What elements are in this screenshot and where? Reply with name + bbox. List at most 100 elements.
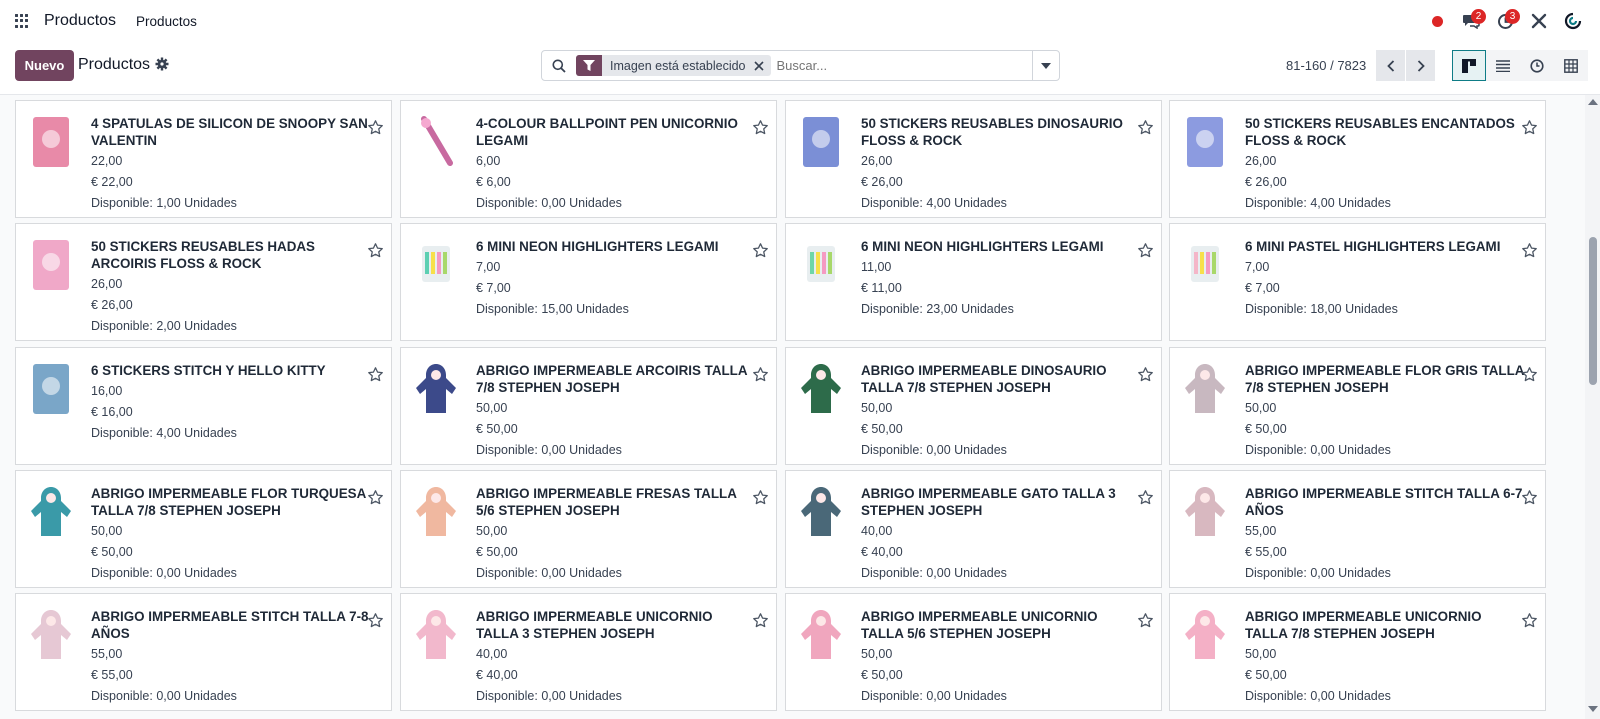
- product-price: € 50,00: [861, 422, 903, 436]
- search-options-toggle[interactable]: [1032, 51, 1059, 80]
- scrollbar[interactable]: [1585, 95, 1600, 719]
- favorite-star-icon[interactable]: [752, 366, 769, 388]
- favorite-star-icon[interactable]: [1521, 242, 1538, 264]
- list-view-button[interactable]: [1486, 50, 1520, 81]
- favorite-star-icon[interactable]: [1137, 366, 1154, 388]
- favorite-star-icon[interactable]: [1521, 119, 1538, 141]
- product-card[interactable]: 6 MINI PASTEL HIGHLIGHTERS LEGAMI 7,00 € 7…: [1169, 223, 1546, 341]
- favorite-star-icon[interactable]: [367, 366, 384, 388]
- product-cost: 50,00: [1245, 647, 1277, 661]
- product-card[interactable]: 6 MINI NEON HIGHLIGHTERS LEGAMI 11,00 € 11…: [785, 223, 1162, 341]
- product-card[interactable]: ABRIGO IMPERMEABLE STITCH TALLA 7-8 AÑOS…: [15, 593, 392, 711]
- activities-button[interactable]: 3: [1490, 6, 1520, 36]
- caret-down-icon: [1041, 62, 1051, 69]
- product-name: ABRIGO IMPERMEABLE UNICORNIO TALLA 5/6 S…: [861, 609, 1098, 641]
- scroll-up-arrow-icon[interactable]: [1588, 99, 1598, 105]
- product-stock: Disponible: 0,00 Unidades: [91, 689, 237, 703]
- product-cost: 50,00: [476, 401, 508, 415]
- chevron-left-icon: [1386, 59, 1394, 72]
- product-card[interactable]: ABRIGO IMPERMEABLE ARCOIRIS TALLA 7/8 ST…: [400, 347, 777, 465]
- app-brand[interactable]: Productos: [44, 12, 116, 30]
- status-indicator[interactable]: [1422, 6, 1452, 36]
- favorite-star-icon[interactable]: [1137, 119, 1154, 141]
- product-stock: Disponible: 0,00 Unidades: [1245, 443, 1391, 457]
- product-price: € 40,00: [476, 668, 518, 682]
- close-icon[interactable]: [753, 60, 771, 71]
- favorite-star-icon[interactable]: [367, 119, 384, 141]
- favorite-star-icon[interactable]: [1521, 489, 1538, 511]
- product-card[interactable]: ABRIGO IMPERMEABLE STITCH TALLA 6-7 AÑOS…: [1169, 470, 1546, 588]
- product-price: € 26,00: [861, 175, 903, 189]
- product-stock: Disponible: 0,00 Unidades: [1245, 689, 1391, 703]
- product-name: ABRIGO IMPERMEABLE DINOSAURIO TALLA 7/8 …: [861, 363, 1107, 395]
- table-icon: [1564, 58, 1578, 73]
- favorite-star-icon[interactable]: [1521, 612, 1538, 634]
- product-card[interactable]: 6 MINI NEON HIGHLIGHTERS LEGAMI 7,00 € 7,0…: [400, 223, 777, 341]
- pivot-view-button[interactable]: [1554, 50, 1588, 81]
- tools-button[interactable]: [1524, 6, 1554, 36]
- product-card[interactable]: ABRIGO IMPERMEABLE UNICORNIO TALLA 3 STE…: [400, 593, 777, 711]
- product-card[interactable]: ABRIGO IMPERMEABLE DINOSAURIO TALLA 7/8 …: [785, 347, 1162, 465]
- favorite-star-icon[interactable]: [752, 489, 769, 511]
- search-facet: Imagen está establecido: [576, 55, 771, 76]
- favorite-star-icon[interactable]: [752, 119, 769, 141]
- favorite-star-icon[interactable]: [367, 489, 384, 511]
- product-card[interactable]: 4-COLOUR BALLPOINT PEN UNICORNIO LEGAMI 6…: [400, 100, 777, 218]
- favorite-star-icon[interactable]: [752, 612, 769, 634]
- sticker-book-icon: [795, 113, 847, 171]
- product-card[interactable]: 50 STICKERS REUSABLES ENCANTADOS FLOSS &…: [1169, 100, 1546, 218]
- search-input[interactable]: [776, 58, 1027, 73]
- favorite-star-icon[interactable]: [367, 612, 384, 634]
- product-card[interactable]: 6 STICKERS STITCH Y HELLO KITTY 16,00 € 16…: [15, 347, 392, 465]
- messages-button[interactable]: 2: [1456, 6, 1486, 36]
- product-stock: Disponible: 0,00 Unidades: [476, 689, 622, 703]
- product-cost: 50,00: [861, 401, 893, 415]
- favorite-star-icon[interactable]: [1137, 612, 1154, 634]
- activity-view-button[interactable]: [1520, 50, 1554, 81]
- product-name: ABRIGO IMPERMEABLE STITCH TALLA 6-7 AÑOS: [1245, 486, 1523, 518]
- pen-icon: [410, 113, 462, 171]
- menu-item-productos[interactable]: Productos: [136, 14, 197, 29]
- product-card[interactable]: ABRIGO IMPERMEABLE FLOR TURQUESA TALLA 7…: [15, 470, 392, 588]
- product-card[interactable]: ABRIGO IMPERMEABLE FRESAS TALLA 5/6 STEP…: [400, 470, 777, 588]
- product-price: € 50,00: [476, 545, 518, 559]
- product-name: ABRIGO IMPERMEABLE UNICORNIO TALLA 7/8 S…: [1245, 609, 1482, 641]
- product-price: € 50,00: [1245, 422, 1287, 436]
- product-card[interactable]: ABRIGO IMPERMEABLE GATO TALLA 3 STEPHEN …: [785, 470, 1162, 588]
- search-icon[interactable]: [542, 59, 576, 73]
- favorite-star-icon[interactable]: [1137, 242, 1154, 264]
- product-price: € 50,00: [91, 545, 133, 559]
- product-card[interactable]: ABRIGO IMPERMEABLE UNICORNIO TALLA 7/8 S…: [1169, 593, 1546, 711]
- favorite-star-icon[interactable]: [1521, 366, 1538, 388]
- favorite-star-icon[interactable]: [367, 242, 384, 264]
- product-price: € 26,00: [1245, 175, 1287, 189]
- highlighter-icon: [795, 236, 847, 294]
- pager-next-button[interactable]: [1406, 50, 1435, 81]
- clock-icon: [1530, 58, 1544, 73]
- product-stock: Disponible: 2,00 Unidades: [91, 319, 237, 333]
- product-stock: Disponible: 4,00 Unidades: [861, 196, 1007, 210]
- favorite-star-icon[interactable]: [752, 242, 769, 264]
- pager-previous-button[interactable]: [1376, 50, 1405, 81]
- product-card[interactable]: 50 STICKERS REUSABLES HADAS ARCOIRIS FLO…: [15, 223, 392, 341]
- favorite-star-icon[interactable]: [1137, 489, 1154, 511]
- product-name: 6 MINI NEON HIGHLIGHTERS LEGAMI: [861, 239, 1104, 254]
- scroll-thumb[interactable]: [1589, 237, 1597, 385]
- product-card[interactable]: 50 STICKERS REUSABLES DINOSAURIO FLOSS &…: [785, 100, 1162, 218]
- new-button[interactable]: Nuevo: [15, 50, 74, 81]
- pager-value[interactable]: 81-160 / 7823: [1286, 58, 1366, 73]
- scroll-down-arrow-icon[interactable]: [1588, 706, 1598, 712]
- raincoat-icon: [1179, 360, 1231, 418]
- product-card[interactable]: ABRIGO IMPERMEABLE UNICORNIO TALLA 5/6 S…: [785, 593, 1162, 711]
- gear-icon[interactable]: [155, 57, 169, 71]
- product-name: ABRIGO IMPERMEABLE ARCOIRIS TALLA 7/8 ST…: [476, 363, 748, 395]
- product-card[interactable]: ABRIGO IMPERMEABLE FLOR GRIS TALLA 7/8 S…: [1169, 347, 1546, 465]
- apps-grid-icon[interactable]: [15, 14, 29, 28]
- kanban-view-button[interactable]: [1452, 50, 1486, 81]
- product-cost: 55,00: [91, 647, 123, 661]
- product-price: € 55,00: [1245, 545, 1287, 559]
- user-menu-button[interactable]: [1558, 6, 1588, 36]
- sticker-pack-icon: [25, 360, 77, 418]
- product-stock: Disponible: 15,00 Unidades: [476, 302, 629, 316]
- product-card[interactable]: 4 SPATULAS DE SILICON DE SNOOPY SAN VALE…: [15, 100, 392, 218]
